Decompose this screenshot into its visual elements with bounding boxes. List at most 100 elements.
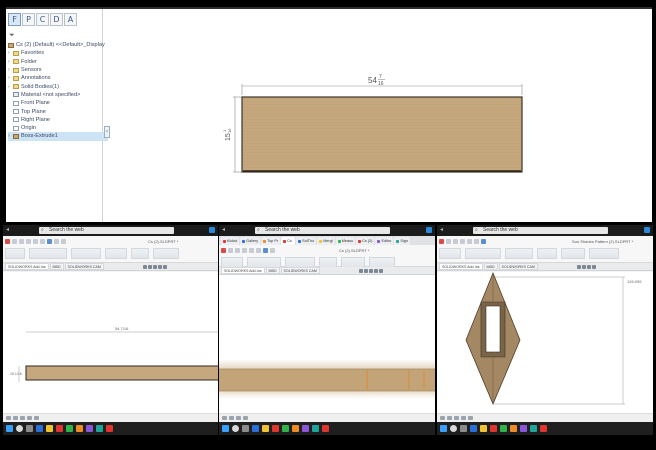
display-style-icon[interactable] <box>379 269 383 273</box>
select-icon[interactable] <box>263 248 268 253</box>
tree-item-front-plane[interactable]: Front Plane <box>8 99 108 107</box>
tab-mbd[interactable]: MBD <box>483 263 498 270</box>
print-icon[interactable] <box>33 239 38 244</box>
back-icon[interactable]: ◂ <box>440 227 444 233</box>
undo-icon[interactable] <box>256 248 261 253</box>
tree-root[interactable]: Cs (2) (Default) <<Default>_Display <box>8 41 108 49</box>
overall-dimension-label[interactable]: 126.095 <box>627 279 642 284</box>
tool-icon[interactable] <box>13 416 18 420</box>
save-icon[interactable] <box>460 239 465 244</box>
tool-icon[interactable] <box>229 416 234 420</box>
tree-item-boss-extrude[interactable]: › Boss-Extrude1 <box>8 132 108 141</box>
graphics-viewport[interactable]: 54 7 16 15 1 16 <box>106 7 652 222</box>
tool-icon[interactable] <box>6 416 11 420</box>
start-icon[interactable] <box>6 425 13 432</box>
browser-tab[interactable]: Kickst <box>221 237 240 245</box>
new-icon[interactable] <box>12 239 17 244</box>
feature-tree-tab[interactable]: F <box>8 13 21 26</box>
tab-addins[interactable]: SOLIDWORKS Add-Ins <box>439 263 483 270</box>
undo-icon[interactable] <box>474 239 479 244</box>
undo-icon[interactable] <box>40 239 45 244</box>
zoom-area-icon[interactable] <box>364 269 368 273</box>
graphics-viewport[interactable] <box>219 275 435 413</box>
edge-icon[interactable] <box>470 425 477 432</box>
dimxpert-tab[interactable]: D <box>50 13 63 26</box>
view-orientation-icon[interactable] <box>158 265 162 269</box>
tool-icon[interactable] <box>236 416 241 420</box>
view-orientation-icon[interactable] <box>374 269 378 273</box>
height-dimension-label[interactable]: 15 1/16 <box>10 372 22 376</box>
wood-board-part[interactable] <box>241 96 523 173</box>
filter-icon[interactable]: ⏷ <box>9 31 15 39</box>
browser-tab[interactable]: Mergi <box>317 237 335 245</box>
zoom-fit-icon[interactable] <box>143 265 147 269</box>
solidworks-icon[interactable] <box>56 425 63 432</box>
web-search-box[interactable]: ⌕ Search the web <box>473 227 608 234</box>
search-icon[interactable] <box>16 425 23 432</box>
spotify-icon[interactable] <box>500 425 507 432</box>
edge-icon[interactable] <box>36 425 43 432</box>
tab-mbd[interactable]: MBD <box>49 263 64 270</box>
app-icon[interactable] <box>510 425 517 432</box>
browser-tab[interactable]: Editor <box>375 237 394 245</box>
app-icon[interactable] <box>302 425 309 432</box>
appearance-tab[interactable]: A <box>64 13 77 26</box>
width-dimension-label[interactable]: 54 7/16 <box>115 326 129 331</box>
open-icon[interactable] <box>235 248 240 253</box>
app-icon[interactable] <box>644 227 650 233</box>
open-icon[interactable] <box>19 239 24 244</box>
extruded-cut-group[interactable] <box>505 248 533 259</box>
web-search-box[interactable]: ⌕ Search the web <box>39 227 174 234</box>
select-icon[interactable] <box>481 239 486 244</box>
tool-icon[interactable] <box>34 416 39 420</box>
start-icon[interactable] <box>222 425 229 432</box>
print-icon[interactable] <box>467 239 472 244</box>
browser-tab[interactable]: Cs (2) <box>356 237 375 245</box>
view-orientation-icon[interactable] <box>592 265 596 269</box>
file-explorer-icon[interactable] <box>262 425 269 432</box>
zoom-fit-icon[interactable] <box>577 265 581 269</box>
web-search-box[interactable]: ⌕ Search the web <box>255 227 390 234</box>
tree-item-origin[interactable]: Origin <box>8 124 108 132</box>
solidworks-logo-icon[interactable] <box>439 239 444 244</box>
tree-item-right-plane[interactable]: Right Plane <box>8 116 108 124</box>
section-view-icon[interactable] <box>369 269 373 273</box>
tool-icon[interactable] <box>20 416 25 420</box>
tool-icon[interactable] <box>447 416 452 420</box>
app-icon[interactable] <box>426 227 432 233</box>
tool-icon[interactable] <box>468 416 473 420</box>
height-dimension-label[interactable]: 15 1 16 <box>222 128 232 141</box>
back-icon[interactable]: ◂ <box>6 227 10 233</box>
configuration-manager-tab[interactable]: C <box>36 13 49 26</box>
display-style-icon[interactable] <box>163 265 167 269</box>
browser-tab[interactable]: Gallery <box>240 237 261 245</box>
extruded-boss-button[interactable] <box>439 248 461 259</box>
tree-item-sensors[interactable]: › Sensors <box>8 66 108 74</box>
instant3d-button[interactable] <box>589 248 619 259</box>
width-dimension-whole[interactable]: 54 <box>368 76 377 85</box>
tab-cam[interactable]: SOLIDWORKS CAM <box>280 267 320 274</box>
spotify-icon[interactable] <box>66 425 73 432</box>
reference-geometry-button[interactable] <box>153 248 179 259</box>
start-icon[interactable] <box>440 425 447 432</box>
browser-tab-active[interactable]: Cs <box>281 237 296 245</box>
app-icon[interactable] <box>312 425 319 432</box>
app-icon[interactable] <box>86 425 93 432</box>
app-icon[interactable] <box>322 425 329 432</box>
tool-icon[interactable] <box>461 416 466 420</box>
app-icon[interactable] <box>209 227 215 233</box>
graphics-viewport[interactable]: 54 7/16 15 1/16 <box>3 272 218 413</box>
tree-item-solid-bodies[interactable]: › Solid Bodies(1) <box>8 82 108 90</box>
solidworks-icon[interactable] <box>272 425 279 432</box>
tool-icon[interactable] <box>27 416 32 420</box>
tab-cam[interactable]: SOLIDWORKS CAM <box>498 263 538 270</box>
file-explorer-icon[interactable] <box>46 425 53 432</box>
tool-icon[interactable] <box>222 416 227 420</box>
tree-item-annotations[interactable]: › Annotations <box>8 74 108 82</box>
spotify-icon[interactable] <box>282 425 289 432</box>
extruded-boss-button[interactable] <box>5 248 25 259</box>
zoom-fit-icon[interactable] <box>359 269 363 273</box>
tab-mbd[interactable]: MBD <box>265 267 280 274</box>
browser-tab[interactable]: Sign <box>394 237 410 245</box>
reference-geometry-button[interactable] <box>561 248 585 259</box>
